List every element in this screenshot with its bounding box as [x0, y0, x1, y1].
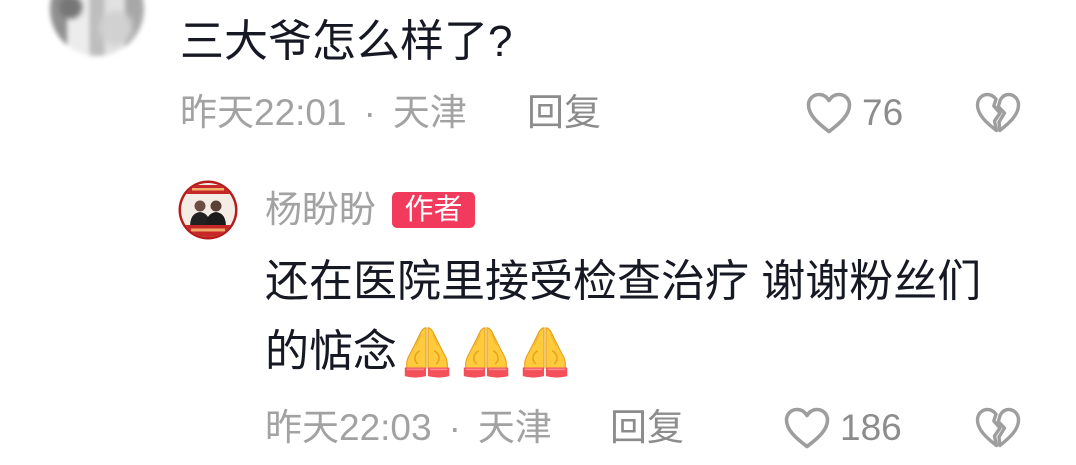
- commenter-avatar[interactable]: [50, 0, 144, 56]
- author-avatar-image: [178, 180, 238, 240]
- praying-hands-icon: [398, 323, 456, 381]
- author-badge: 作者: [392, 192, 475, 228]
- author-avatar[interactable]: [178, 180, 238, 240]
- reply-location: 天津: [477, 407, 552, 448]
- reply-time: 昨天22:03: [265, 407, 432, 448]
- author-name[interactable]: 杨盼盼: [265, 190, 376, 230]
- like-button[interactable]: 76: [805, 91, 903, 135]
- meta-separator: ·: [448, 407, 461, 448]
- comment-text: 三大爷怎么样了?: [180, 17, 513, 66]
- comment-thread: 三大爷怎么样了? 昨天22:01 · 天津 回复 76 杨盼盼 作者 还在医院里…: [0, 0, 1076, 465]
- reply-button[interactable]: 回复: [610, 406, 684, 450]
- like-button[interactable]: 186: [783, 406, 902, 450]
- broken-heart-icon[interactable]: [974, 406, 1022, 450]
- comment-time: 昨天22:01: [180, 92, 347, 133]
- comment-location: 天津: [392, 92, 467, 133]
- heart-outline-icon[interactable]: [805, 91, 853, 135]
- reply-text-line-2-text: 的惦念: [265, 327, 397, 376]
- like-count: 186: [840, 407, 902, 448]
- praying-hands-icon: [516, 323, 574, 381]
- meta-separator: ·: [363, 92, 376, 133]
- reply-button[interactable]: 回复: [527, 91, 601, 135]
- praying-hands-icon: [457, 323, 515, 381]
- dislike-button[interactable]: [974, 406, 1022, 450]
- dislike-button[interactable]: [974, 91, 1022, 135]
- like-count: 76: [862, 92, 904, 133]
- comment-meta: 昨天22:01 · 天津: [180, 91, 467, 135]
- emoji-row: [398, 323, 574, 381]
- broken-heart-icon[interactable]: [974, 91, 1022, 135]
- reply-text-line-1: 还在医院里接受检查治疗 谢谢粉丝们: [265, 257, 982, 306]
- heart-outline-icon[interactable]: [783, 406, 831, 450]
- reply-text-line-2: 的惦念: [265, 323, 574, 381]
- reply-meta: 昨天22:03 · 天津: [265, 406, 552, 450]
